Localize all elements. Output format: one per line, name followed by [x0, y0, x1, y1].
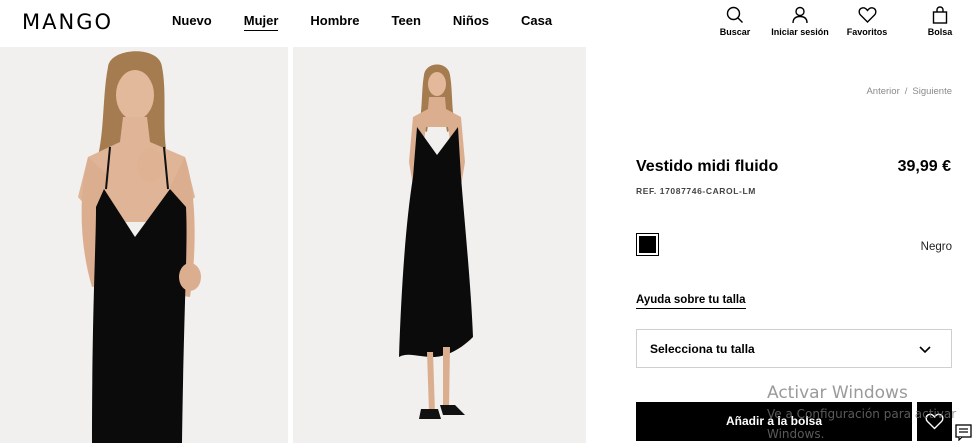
color-name: Negro [920, 241, 952, 253]
product-image-front[interactable] [0, 47, 288, 443]
add-to-bag-label: Añadir a la bolsa [725, 414, 823, 428]
search-button[interactable]: Buscar [712, 6, 758, 37]
product-price: 39,99 € [897, 158, 951, 175]
product-pagination: Anterior / Siguiente [866, 86, 952, 97]
chat-icon [955, 424, 972, 442]
nav-item-teen[interactable]: Teen [392, 13, 421, 31]
search-icon [726, 6, 743, 23]
user-icon [792, 6, 808, 24]
bag-button[interactable]: Bolsa [917, 6, 963, 37]
heart-icon [858, 7, 876, 23]
bag-icon [932, 6, 948, 24]
color-swatch-black[interactable] [636, 233, 659, 256]
nav-item-hombre[interactable]: Hombre [310, 13, 359, 31]
bag-label: Bolsa [927, 27, 953, 37]
product-image-full[interactable] [293, 47, 586, 443]
size-help-link[interactable]: Ayuda sobre tu talla [636, 294, 746, 309]
prev-link[interactable]: Anterior [866, 86, 899, 97]
windows-watermark-title: Activar Windows [767, 383, 908, 403]
model-closeup-illustration [0, 47, 288, 443]
nav-item-ninos[interactable]: Niños [453, 13, 489, 31]
login-label: Iniciar sesión [771, 27, 829, 37]
search-label: Buscar [719, 27, 751, 37]
model-fullbody-illustration [293, 47, 586, 443]
favorites-label: Favoritos [846, 27, 888, 37]
site-header: MANGO Nuevo Mujer Hombre Teen Niños Casa… [0, 0, 977, 47]
nav-item-casa[interactable]: Casa [521, 13, 552, 31]
add-to-bag-button[interactable]: Añadir a la bolsa [636, 402, 912, 441]
favorites-button[interactable]: Favoritos [844, 6, 890, 37]
size-select-dropdown[interactable]: Selecciona tu talla [636, 329, 952, 368]
product-title: Vestido midi fluido [636, 158, 779, 175]
nav-item-nuevo[interactable]: Nuevo [172, 13, 212, 31]
main-nav: Nuevo Mujer Hombre Teen Niños Casa [172, 13, 584, 31]
chevron-down-icon [919, 346, 931, 354]
product-reference: REF. 17087746-CAROL-LM [636, 186, 756, 196]
chat-button[interactable] [954, 424, 977, 443]
login-button[interactable]: Iniciar sesión [767, 6, 833, 37]
pagination-separator: / [904, 86, 908, 97]
size-select-label: Selecciona tu talla [650, 342, 755, 356]
add-favorite-button[interactable] [917, 402, 952, 441]
nav-item-mujer[interactable]: Mujer [243, 13, 279, 31]
heart-icon [925, 413, 944, 430]
color-swatch-fill [639, 236, 656, 253]
mango-logo[interactable]: MANGO [22, 10, 113, 34]
next-link[interactable]: Siguiente [912, 86, 952, 97]
